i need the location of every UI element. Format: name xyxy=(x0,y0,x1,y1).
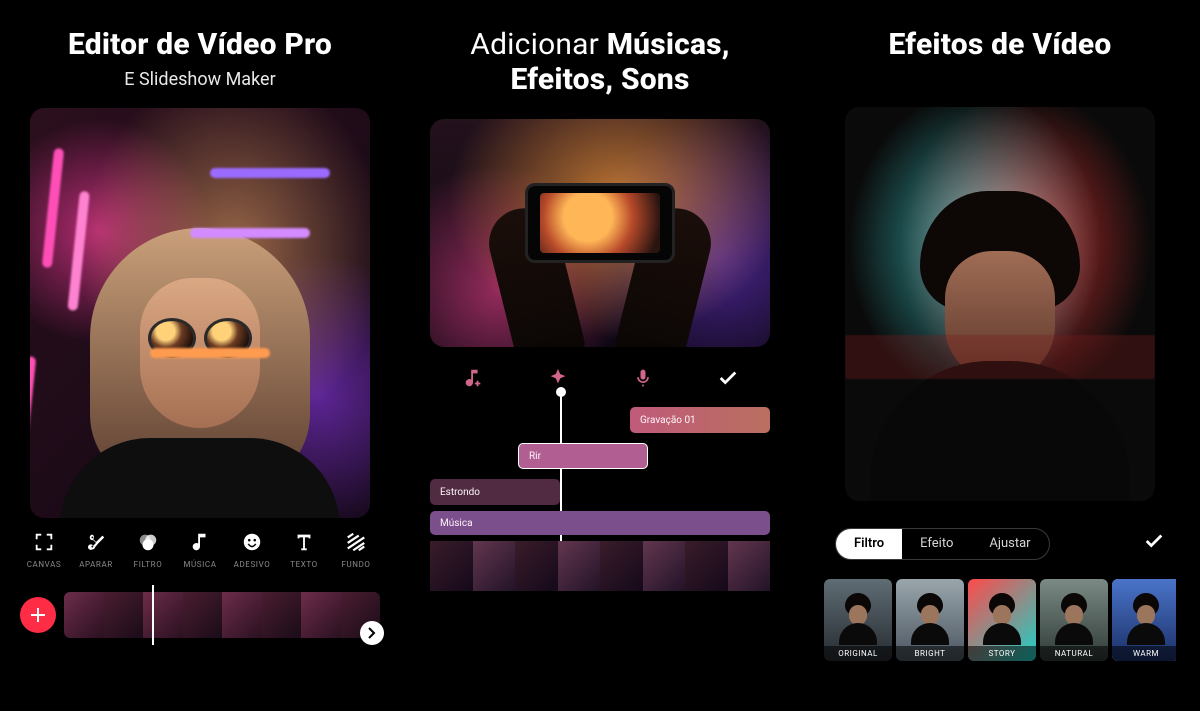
preset-label: NATURAL xyxy=(1040,646,1108,661)
preset-natural[interactable]: NATURAL xyxy=(1040,579,1108,661)
panel2-title: Adicionar Músicas, Efeitos, Sons xyxy=(420,28,780,97)
tool-label: APARAR xyxy=(79,560,113,569)
add-clip-button[interactable] xyxy=(20,597,56,633)
panel1-timeline[interactable] xyxy=(20,589,380,641)
preview-person-illustration xyxy=(80,218,320,518)
preset-warm[interactable]: WARM xyxy=(1112,579,1176,661)
arrow-right-icon xyxy=(366,627,378,639)
preset-label: STORY xyxy=(968,646,1036,661)
tool-adesivo[interactable]: ADESIVO xyxy=(228,530,276,569)
tool-label: TEXTO xyxy=(290,560,318,569)
timeline-playhead[interactable] xyxy=(152,585,154,645)
tool-label: CANVAS xyxy=(27,560,62,569)
microphone-icon xyxy=(633,367,653,389)
audio-confirm-button[interactable] xyxy=(715,365,741,391)
plus-icon xyxy=(30,607,46,623)
panel-editor: Editor de Vídeo Pro E Slideshow Maker CA… xyxy=(0,0,400,711)
tool-canvas[interactable]: CANVAS xyxy=(20,530,68,569)
fundo-icon xyxy=(344,530,368,554)
tab-efeito[interactable]: Efeito xyxy=(902,529,971,559)
tool-aparar[interactable]: APARAR xyxy=(72,530,120,569)
audio-timeline[interactable]: Gravação 01 Rir Estrondo Música xyxy=(430,407,770,607)
filter-presets: ORIGINALBRIGHTSTORYNATURALWARMWA xyxy=(824,579,1176,661)
tab-ajustar[interactable]: Ajustar xyxy=(971,529,1048,559)
preset-label: WARM xyxy=(1112,646,1176,661)
music-plus-icon xyxy=(462,367,484,389)
phone-illustration xyxy=(525,183,675,263)
tool-label: ADESIVO xyxy=(234,560,271,569)
panel1-title: Editor de Vídeo Pro xyxy=(68,28,332,63)
check-icon xyxy=(717,367,739,389)
tool-label: MÚSICA xyxy=(183,560,216,569)
panel1-subtitle: E Slideshow Maker xyxy=(124,69,275,90)
preset-bright[interactable]: BRIGHT xyxy=(896,579,964,661)
musica-icon xyxy=(188,530,212,554)
effects-tabs: FiltroEfeitoAjustar xyxy=(835,527,1165,561)
video-frame-strip[interactable] xyxy=(430,541,770,591)
adesivo-icon xyxy=(240,530,264,554)
audio-toolbar xyxy=(430,365,770,391)
tool-label: FILTRO xyxy=(134,560,163,569)
texto-icon xyxy=(292,530,316,554)
timeline-thumbnails[interactable] xyxy=(64,592,380,638)
preset-label: BRIGHT xyxy=(896,646,964,661)
clip-estrondo[interactable]: Estrondo xyxy=(430,479,560,505)
timeline-next-button[interactable] xyxy=(360,621,384,645)
tool-musica[interactable]: MÚSICA xyxy=(176,530,224,569)
tool-texto[interactable]: TEXTO xyxy=(280,530,328,569)
panel-audio: Adicionar Músicas, Efeitos, Sons Gravaçã… xyxy=(400,0,800,711)
sparkle-icon xyxy=(547,367,569,389)
clip-rir[interactable]: Rir xyxy=(518,443,648,469)
panel-effects: Efeitos de Vídeo FiltroEfeitoAjustar ORI… xyxy=(800,0,1200,711)
effects-confirm-button[interactable] xyxy=(1143,530,1165,557)
clip-gravacao[interactable]: Gravação 01 xyxy=(630,407,770,433)
canvas-icon xyxy=(32,530,56,554)
tool-label: FUNDO xyxy=(341,560,370,569)
panel3-video-preview[interactable] xyxy=(845,107,1155,501)
panel3-title: Efeitos de Vídeo xyxy=(889,28,1112,63)
check-icon xyxy=(1143,530,1165,552)
preset-original[interactable]: ORIGINAL xyxy=(824,579,892,661)
preset-story[interactable]: STORY xyxy=(968,579,1036,661)
preset-label: ORIGINAL xyxy=(824,646,892,661)
filtro-icon xyxy=(136,530,160,554)
tab-filtro[interactable]: Filtro xyxy=(836,529,902,559)
add-music-button[interactable] xyxy=(460,365,486,391)
panel2-video-preview[interactable] xyxy=(430,119,770,347)
tool-fundo[interactable]: FUNDO xyxy=(332,530,380,569)
tool-filtro[interactable]: FILTRO xyxy=(124,530,172,569)
panel1-toolbar: CANVAS APARAR FILTRO MÚSICA ADESIVO TEXTO FUND… xyxy=(20,530,380,569)
clip-musica[interactable]: Música xyxy=(430,511,770,535)
panel1-video-preview[interactable] xyxy=(30,108,370,518)
aparar-icon xyxy=(84,530,108,554)
record-voice-button[interactable] xyxy=(630,365,656,391)
